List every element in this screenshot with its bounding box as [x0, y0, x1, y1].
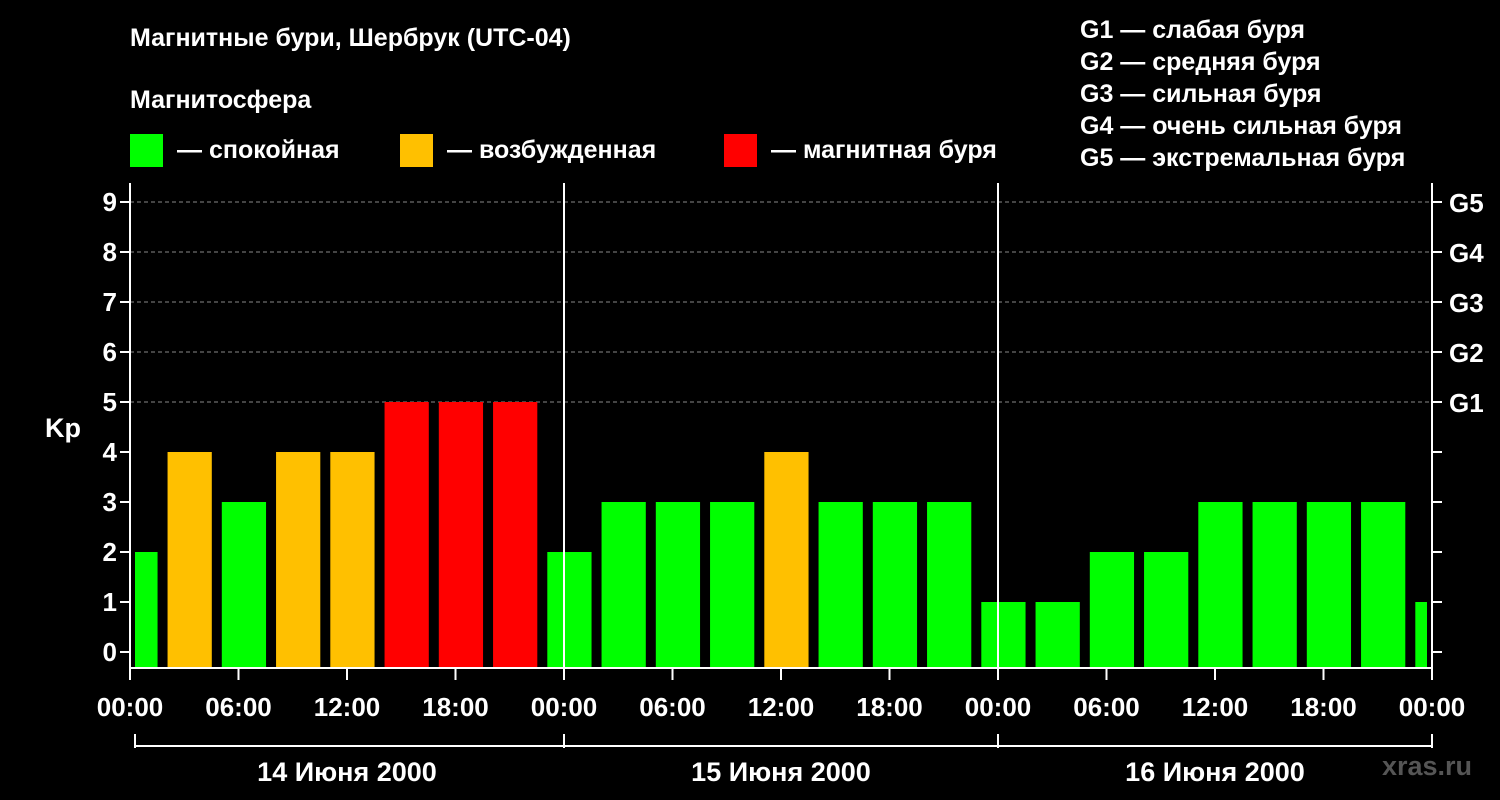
kp-bar	[927, 502, 972, 668]
x-tick-label: 18:00	[422, 692, 489, 722]
x-tick-label: 06:00	[639, 692, 706, 722]
kp-bar	[872, 502, 918, 668]
x-tick-label: 12:00	[748, 692, 815, 722]
kp-bar	[818, 502, 863, 668]
x-tick-label: 12:00	[314, 692, 381, 722]
kp-bar	[135, 552, 158, 668]
kp-bar	[547, 552, 592, 668]
x-tick-label: 00:00	[97, 692, 164, 722]
kp-bar	[710, 502, 755, 668]
kp-bar	[601, 502, 646, 668]
x-tick-label: 00:00	[531, 692, 598, 722]
kp-bar	[1252, 502, 1297, 668]
y-tick-label: 0	[103, 637, 117, 667]
y-tick-label: 4	[103, 437, 118, 467]
x-tick-label: 06:00	[1073, 692, 1140, 722]
x-tick-label: 18:00	[856, 692, 923, 722]
g-level-label: G1	[1449, 388, 1484, 418]
kp-bar	[1198, 502, 1243, 668]
y-tick-label: 2	[103, 537, 117, 567]
y-tick-label: 8	[103, 237, 117, 267]
g-level-label: G2	[1449, 338, 1484, 368]
x-tick-label: 00:00	[965, 692, 1032, 722]
day-label: 15 Июня 2000	[691, 757, 871, 787]
g-level-label: G4	[1449, 238, 1484, 268]
kp-bar	[330, 452, 375, 668]
g-level-label: G3	[1449, 288, 1484, 318]
y-tick-label: 7	[103, 287, 117, 317]
kp-bar	[1306, 502, 1352, 668]
kp-bar	[764, 452, 809, 668]
kp-bar	[221, 502, 267, 668]
x-tick-label: 12:00	[1182, 692, 1249, 722]
kp-bar	[438, 402, 484, 668]
x-tick-label: 00:00	[1399, 692, 1466, 722]
kp-bar	[1144, 552, 1189, 668]
y-tick-label: 3	[103, 487, 117, 517]
kp-bar	[276, 452, 321, 668]
kp-bar	[493, 402, 538, 668]
y-tick-label: 9	[103, 187, 117, 217]
y-tick-label: 1	[103, 587, 117, 617]
kp-bar	[1089, 552, 1135, 668]
kp-bar	[167, 452, 212, 668]
kp-bar	[384, 402, 429, 668]
x-tick-label: 18:00	[1290, 692, 1357, 722]
kp-bar	[1035, 602, 1080, 668]
g-level-label: G5	[1449, 188, 1484, 218]
kp-bar	[981, 602, 1026, 668]
y-axis-label: Kp	[45, 413, 81, 443]
y-tick-label: 6	[103, 337, 117, 367]
x-tick-label: 06:00	[205, 692, 272, 722]
kp-bar	[1415, 602, 1427, 668]
watermark: xras.ru	[1381, 751, 1472, 781]
day-label: 14 Июня 2000	[257, 757, 437, 787]
day-label: 16 Июня 2000	[1125, 757, 1305, 787]
kp-chart: 0 1 2 3 4 5 6 7 8 9 G1 G2 G3 G4 G5 Kp 00:00 06:00 12:00 18:…	[45, 183, 1484, 787]
kp-bar	[1361, 502, 1406, 668]
y-tick-label: 5	[103, 387, 117, 417]
kp-bar	[655, 502, 701, 668]
